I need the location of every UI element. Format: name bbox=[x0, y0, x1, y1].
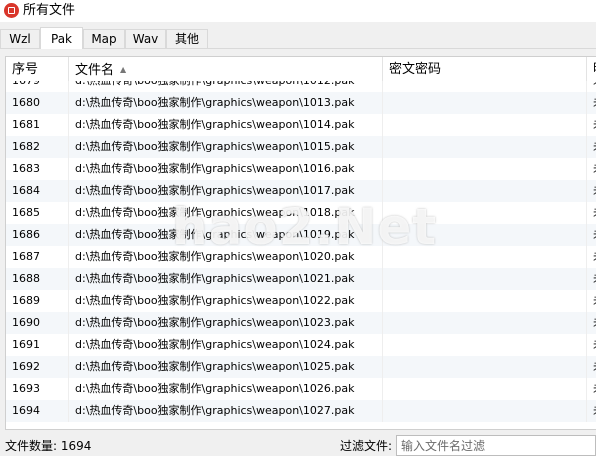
cell-index: 1684 bbox=[6, 180, 69, 202]
cell-plain: 未 bbox=[587, 158, 596, 180]
cell-index: 1683 bbox=[6, 158, 69, 180]
table-row[interactable]: 1694 d:\热血传奇\boo独家制作\graphics\weapon\1027… bbox=[6, 400, 596, 422]
cell-index: 1692 bbox=[6, 356, 69, 378]
cell-password bbox=[383, 92, 587, 114]
column-header-password[interactable]: 密文密码 bbox=[383, 57, 587, 81]
cell-plain: 未 bbox=[587, 224, 596, 246]
cell-plain: 未 bbox=[587, 334, 596, 356]
table-row[interactable]: 1692 d:\热血传奇\boo独家制作\graphics\weapon\1025… bbox=[6, 356, 596, 378]
cell-password bbox=[383, 114, 587, 136]
table-row[interactable]: 1688 d:\热血传奇\boo独家制作\graphics\weapon\1021… bbox=[6, 268, 596, 290]
table-row[interactable]: 1680 d:\热血传奇\boo独家制作\graphics\weapon\1013… bbox=[6, 92, 596, 114]
table-header: 序号 文件名 ▲ 密文密码 明 bbox=[6, 57, 596, 81]
window-title: 所有文件 bbox=[23, 3, 76, 18]
tab-wzl[interactable]: Wzl bbox=[0, 29, 40, 48]
cell-plain: 未 bbox=[587, 378, 596, 400]
filter-label: 过滤文件: bbox=[340, 439, 393, 453]
cell-index: 1679 bbox=[6, 81, 69, 92]
tab-map[interactable]: Map bbox=[83, 29, 125, 48]
tab-wav[interactable]: Wav bbox=[125, 29, 166, 48]
table-row[interactable]: 1689 d:\热血传奇\boo独家制作\graphics\weapon\1022… bbox=[6, 290, 596, 312]
cell-filename: d:\热血传奇\boo独家制作\graphics\weapon\1027.pak bbox=[69, 400, 383, 422]
cell-filename: d:\热血传奇\boo独家制作\graphics\weapon\1021.pak bbox=[69, 268, 383, 290]
column-header-index[interactable]: 序号 bbox=[6, 57, 69, 81]
column-header-filename[interactable]: 文件名 ▲ bbox=[69, 57, 383, 81]
cell-plain: 未 bbox=[587, 290, 596, 312]
column-header-index-label: 序号 bbox=[12, 62, 39, 77]
cell-plain: 未 bbox=[587, 312, 596, 334]
cell-password bbox=[383, 400, 587, 422]
column-header-password-label: 密文密码 bbox=[389, 62, 442, 77]
cell-filename: d:\热血传奇\boo独家制作\graphics\weapon\1013.pak bbox=[69, 92, 383, 114]
cell-index: 1686 bbox=[6, 224, 69, 246]
table-row[interactable]: 1691 d:\热血传奇\boo独家制作\graphics\weapon\1024… bbox=[6, 334, 596, 356]
cell-plain: 未 bbox=[587, 114, 596, 136]
cell-password bbox=[383, 378, 587, 400]
file-count-label: 文件数量: bbox=[5, 439, 58, 453]
cell-index: 1680 bbox=[6, 92, 69, 114]
cell-plain: 未 bbox=[587, 136, 596, 158]
cell-password bbox=[383, 334, 587, 356]
tab-strip-divider bbox=[0, 48, 596, 49]
table-row[interactable]: 1683 d:\热血传奇\boo独家制作\graphics\weapon\1016… bbox=[6, 158, 596, 180]
cell-password bbox=[383, 312, 587, 334]
cell-index: 1693 bbox=[6, 378, 69, 400]
cell-index: 1690 bbox=[6, 312, 69, 334]
tab-other[interactable]: 其他 bbox=[166, 29, 208, 48]
cell-filename: d:\热血传奇\boo独家制作\graphics\weapon\1014.pak bbox=[69, 114, 383, 136]
cell-filename: d:\热血传奇\boo独家制作\graphics\weapon\1012.pak bbox=[69, 81, 383, 92]
column-header-plain[interactable]: 明 bbox=[587, 57, 596, 81]
cell-index: 1681 bbox=[6, 114, 69, 136]
sort-ascending-icon: ▲ bbox=[120, 65, 127, 74]
tab-pak[interactable]: Pak bbox=[40, 27, 83, 49]
cell-password bbox=[383, 356, 587, 378]
cell-plain: 未 bbox=[587, 92, 596, 114]
cell-index: 1691 bbox=[6, 334, 69, 356]
cell-plain: 未 bbox=[587, 268, 596, 290]
cell-filename: d:\热血传奇\boo独家制作\graphics\weapon\1023.pak bbox=[69, 312, 383, 334]
cell-plain: 未 bbox=[587, 356, 596, 378]
table-row[interactable]: 1682 d:\热血传奇\boo独家制作\graphics\weapon\1015… bbox=[6, 136, 596, 158]
title-bar: 所有文件 bbox=[0, 0, 596, 22]
cell-index: 1687 bbox=[6, 246, 69, 268]
app-icon bbox=[4, 3, 19, 18]
cell-index: 1682 bbox=[6, 136, 69, 158]
column-header-filename-label: 文件名 bbox=[75, 63, 115, 78]
cell-filename: d:\热血传奇\boo独家制作\graphics\weapon\1025.pak bbox=[69, 356, 383, 378]
cell-plain: 未 bbox=[587, 180, 596, 202]
cell-password bbox=[383, 136, 587, 158]
cell-filename: d:\热血传奇\boo独家制作\graphics\weapon\1024.pak bbox=[69, 334, 383, 356]
cell-plain: 未 bbox=[587, 202, 596, 224]
table-row[interactable]: 1690 d:\热血传奇\boo独家制作\graphics\weapon\1023… bbox=[6, 312, 596, 334]
cell-filename: d:\热血传奇\boo独家制作\graphics\weapon\1026.pak bbox=[69, 378, 383, 400]
cell-index: 1688 bbox=[6, 268, 69, 290]
watermark: hao2.Net bbox=[172, 198, 438, 256]
cell-password bbox=[383, 81, 587, 92]
cell-filename: d:\热血传奇\boo独家制作\graphics\weapon\1022.pak bbox=[69, 290, 383, 312]
cell-plain: 未 bbox=[587, 246, 596, 268]
cell-filename: d:\热血传奇\boo独家制作\graphics\weapon\1016.pak bbox=[69, 158, 383, 180]
cell-index: 1694 bbox=[6, 400, 69, 422]
table-row[interactable]: 1693 d:\热血传奇\boo独家制作\graphics\weapon\1026… bbox=[6, 378, 596, 400]
cell-password bbox=[383, 290, 587, 312]
cell-plain: 未 bbox=[587, 81, 596, 92]
cell-index: 1685 bbox=[6, 202, 69, 224]
cell-index: 1689 bbox=[6, 290, 69, 312]
table-row[interactable]: 1681 d:\热血传奇\boo独家制作\graphics\weapon\1014… bbox=[6, 114, 596, 136]
file-count-value: 1694 bbox=[60, 439, 92, 453]
cell-password bbox=[383, 268, 587, 290]
cell-filename: d:\热血传奇\boo独家制作\graphics\weapon\1015.pak bbox=[69, 136, 383, 158]
filter-input[interactable] bbox=[396, 435, 596, 456]
file-count-status: 文件数量: 1694 bbox=[5, 437, 91, 455]
cell-password bbox=[383, 158, 587, 180]
table-row[interactable]: 1679d:\热血传奇\boo独家制作\graphics\weapon\1012… bbox=[6, 81, 596, 92]
cell-plain: 未 bbox=[587, 400, 596, 422]
